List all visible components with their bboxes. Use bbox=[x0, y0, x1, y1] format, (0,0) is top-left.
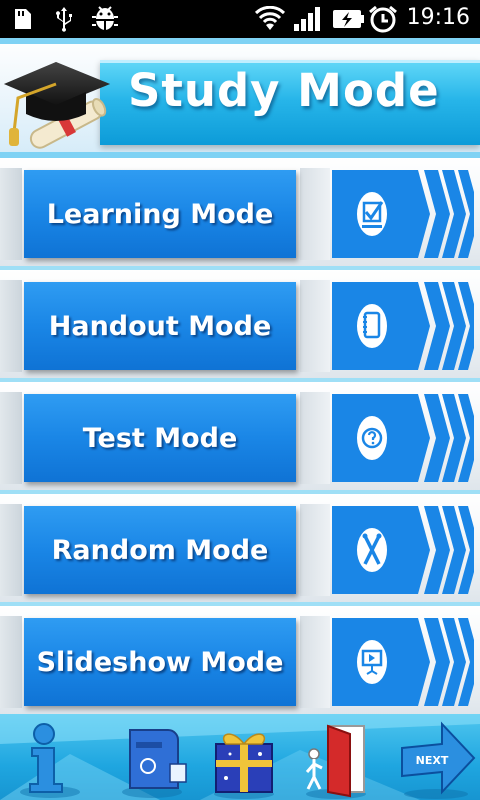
learning-mode-button[interactable]: Learning Mode bbox=[24, 170, 296, 258]
sd-card-icon bbox=[12, 6, 34, 32]
usb-icon bbox=[52, 6, 76, 32]
question-icon bbox=[357, 416, 387, 460]
exit-door-icon[interactable] bbox=[296, 714, 376, 800]
mode-list: Learning Mode Handout Mode Test Mode Ran… bbox=[0, 158, 480, 718]
info-icon[interactable] bbox=[8, 714, 88, 800]
mode-row-learning: Learning Mode bbox=[0, 158, 480, 270]
header: Study Mode bbox=[0, 38, 480, 158]
slideshow-mode-arrow-button[interactable] bbox=[332, 618, 474, 706]
gift-icon[interactable] bbox=[204, 714, 284, 800]
random-mode-button[interactable]: Random Mode bbox=[24, 506, 296, 594]
graduation-cap-diploma-icon bbox=[4, 62, 110, 149]
handout-mode-arrow-button[interactable] bbox=[332, 282, 474, 370]
test-mode-arrow-button[interactable] bbox=[332, 394, 474, 482]
mode-row-handout: Handout Mode bbox=[0, 270, 480, 382]
mode-row-slideshow: Slideshow Mode bbox=[0, 606, 480, 718]
learning-mode-arrow-button[interactable] bbox=[332, 170, 474, 258]
next-label: NEXT bbox=[416, 754, 449, 767]
status-bar: 19:16 bbox=[0, 0, 480, 38]
slideshow-mode-button[interactable]: Slideshow Mode bbox=[24, 618, 296, 706]
status-time: 19:16 bbox=[406, 5, 470, 30]
page-title: Study Mode bbox=[128, 64, 440, 117]
slideshow-icon bbox=[357, 640, 387, 684]
test-mode-label: Test Mode bbox=[82, 422, 238, 454]
bottom-toolbar: NEXT bbox=[0, 714, 480, 800]
random-mode-arrow-button[interactable] bbox=[332, 506, 474, 594]
wifi-icon bbox=[254, 6, 286, 32]
checkbox-icon bbox=[357, 192, 387, 236]
notebook-icon bbox=[357, 304, 387, 348]
alarm-icon bbox=[368, 5, 398, 33]
learning-mode-label: Learning Mode bbox=[46, 198, 274, 230]
slideshow-mode-label: Slideshow Mode bbox=[36, 646, 284, 678]
battery-charging-icon bbox=[330, 6, 366, 32]
handout-mode-button[interactable]: Handout Mode bbox=[24, 282, 296, 370]
mailbox-icon[interactable] bbox=[112, 714, 192, 800]
mode-row-random: Random Mode bbox=[0, 494, 480, 606]
handout-mode-label: Handout Mode bbox=[48, 310, 272, 342]
signal-icon bbox=[292, 6, 322, 32]
random-icon bbox=[357, 528, 387, 572]
next-arrow-icon[interactable]: NEXT bbox=[398, 714, 476, 800]
android-debug-icon bbox=[90, 6, 120, 32]
random-mode-label: Random Mode bbox=[51, 534, 269, 566]
mode-row-test: Test Mode bbox=[0, 382, 480, 494]
test-mode-button[interactable]: Test Mode bbox=[24, 394, 296, 482]
